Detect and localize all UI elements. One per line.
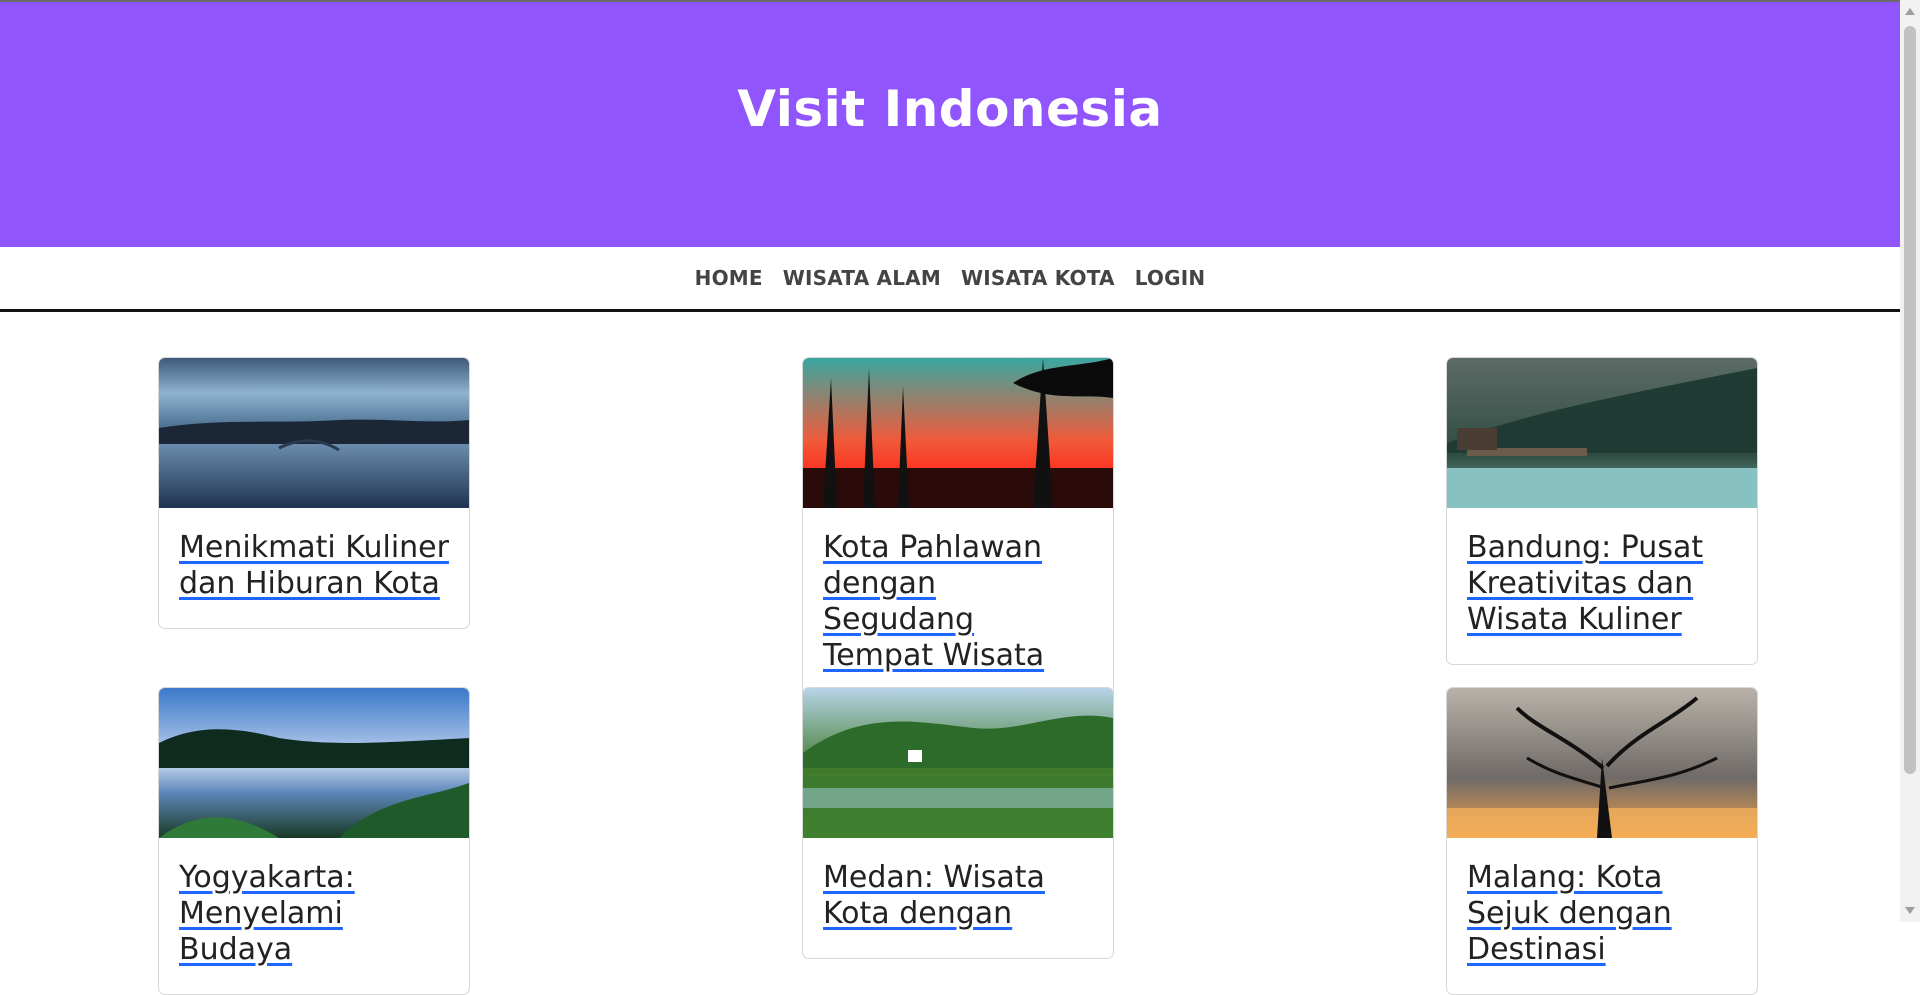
bare-tree-sunset-image <box>1447 688 1757 838</box>
card-title-link[interactable]: Menikmati Kuliner dan Hiburan Kota <box>159 508 469 628</box>
destination-grid: Menikmati Kuliner dan Hiburan Kota Kota … <box>158 357 1758 995</box>
nav-login[interactable]: LOGIN <box>1135 266 1206 290</box>
card-title-link[interactable]: Medan: Wisata Kota dengan <box>803 838 1113 958</box>
destination-card[interactable]: Menikmati Kuliner dan Hiburan Kota <box>158 357 470 629</box>
destination-card[interactable]: Malang: Kota Sejuk dengan Destinasi <box>1446 687 1758 995</box>
card-title-link[interactable]: Bandung: Pusat Kreativitas dan Wisata Ku… <box>1447 508 1757 664</box>
blue-lake-image <box>159 688 469 838</box>
sunset-trees-image <box>803 358 1113 508</box>
nav-wisata-alam[interactable]: WISATA ALAM <box>783 266 941 290</box>
mountain-lake-image <box>1447 358 1757 508</box>
scroll-up-arrow-icon[interactable] <box>1905 8 1915 15</box>
destination-card[interactable]: Yogyakarta: Menyelami Budaya <box>158 687 470 995</box>
card-title-link[interactable]: Yogyakarta: Menyelami Budaya <box>159 838 469 994</box>
vertical-scrollbar[interactable] <box>1900 0 1920 922</box>
card-title-link[interactable]: Malang: Kota Sejuk dengan Destinasi <box>1447 838 1757 994</box>
destination-card[interactable]: Bandung: Pusat Kreativitas dan Wisata Ku… <box>1446 357 1758 665</box>
destination-card[interactable]: Kota Pahlawan dengan Segudang Tempat Wis… <box>802 357 1114 701</box>
card-title-link[interactable]: Kota Pahlawan dengan Segudang Tempat Wis… <box>803 508 1113 700</box>
hero-banner: Visit Indonesia <box>0 2 1900 247</box>
nav-home[interactable]: HOME <box>695 266 763 290</box>
destination-card[interactable]: Medan: Wisata Kota dengan <box>802 687 1114 959</box>
main-nav: HOME WISATA ALAM WISATA KOTA LOGIN <box>0 247 1900 312</box>
valley-river-image <box>803 688 1113 838</box>
lake-reflection-image <box>159 358 469 508</box>
nav-wisata-kota[interactable]: WISATA KOTA <box>961 266 1115 290</box>
scroll-thumb[interactable] <box>1904 26 1916 774</box>
site-title: Visit Indonesia <box>737 80 1163 138</box>
scroll-down-arrow-icon[interactable] <box>1905 907 1915 914</box>
